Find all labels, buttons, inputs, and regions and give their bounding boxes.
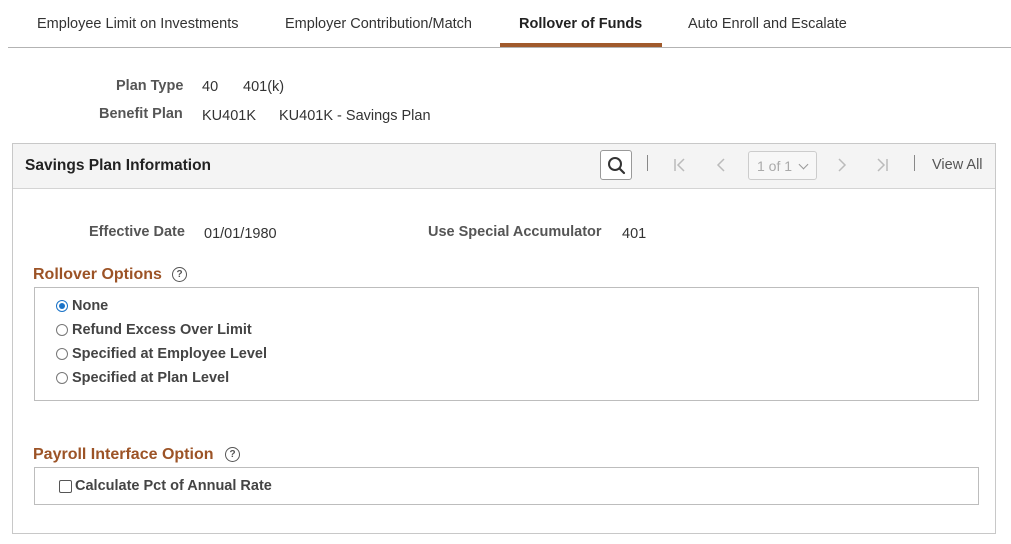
calculate-pct-checkbox-row[interactable]: Calculate Pct of Annual Rate bbox=[59, 478, 272, 494]
payroll-interface-group: Calculate Pct of Annual Rate bbox=[34, 467, 979, 505]
first-page-icon[interactable] bbox=[673, 157, 687, 173]
plan-type-label: Plan Type bbox=[116, 78, 184, 94]
search-icon bbox=[608, 157, 626, 175]
rollover-options-title: Rollover Options bbox=[33, 266, 162, 283]
tab-employee-limit[interactable]: Employee Limit on Investments bbox=[37, 16, 238, 32]
page-selector[interactable]: 1 of 1 bbox=[748, 151, 817, 180]
special-accumulator-label: Use Special Accumulator bbox=[428, 224, 602, 240]
radio-plan-level[interactable]: Specified at Plan Level bbox=[56, 370, 229, 386]
search-button[interactable] bbox=[600, 150, 632, 180]
help-icon[interactable]: ? bbox=[225, 447, 240, 462]
panel-header: Savings Plan Information 1 of 1 View All bbox=[13, 144, 995, 189]
effective-date-label: Effective Date bbox=[89, 224, 185, 240]
chevron-down-icon bbox=[798, 159, 809, 170]
separator bbox=[914, 155, 915, 171]
separator bbox=[647, 155, 648, 171]
checkbox-label: Calculate Pct of Annual Rate bbox=[75, 478, 272, 494]
radio-button[interactable] bbox=[56, 300, 68, 312]
rollover-options-group: None Refund Excess Over Limit Specified … bbox=[34, 287, 979, 401]
radio-none[interactable]: None bbox=[56, 298, 108, 314]
radio-button[interactable] bbox=[56, 324, 68, 336]
previous-page-icon[interactable] bbox=[715, 157, 727, 173]
tab-bar: Employee Limit on Investments Employer C… bbox=[8, 0, 1011, 48]
plan-type-code: 40 bbox=[202, 79, 219, 95]
plan-type-desc: 401(k) bbox=[243, 79, 285, 95]
next-page-icon[interactable] bbox=[836, 157, 848, 173]
radio-refund-excess[interactable]: Refund Excess Over Limit bbox=[56, 322, 252, 338]
last-page-icon[interactable] bbox=[875, 157, 889, 173]
special-accumulator-value: 401 bbox=[622, 226, 647, 242]
tab-employer-contribution[interactable]: Employer Contribution/Match bbox=[285, 16, 472, 32]
radio-label: Specified at Plan Level bbox=[72, 370, 230, 386]
panel-title: Savings Plan Information bbox=[25, 157, 212, 174]
view-all-link[interactable]: View All bbox=[932, 157, 983, 173]
radio-employee-level[interactable]: Specified at Employee Level bbox=[56, 346, 267, 362]
benefit-plan-desc: KU401K - Savings Plan bbox=[279, 108, 431, 124]
radio-label: None bbox=[72, 298, 109, 314]
payroll-interface-title: Payroll Interface Option bbox=[33, 446, 214, 463]
page-selector-value: 1 of 1 bbox=[757, 158, 793, 174]
radio-button[interactable] bbox=[56, 372, 68, 384]
calculate-pct-checkbox[interactable] bbox=[59, 480, 72, 493]
tab-auto-enroll[interactable]: Auto Enroll and Escalate bbox=[688, 16, 847, 32]
radio-label: Specified at Employee Level bbox=[72, 346, 268, 362]
benefit-plan-code: KU401K bbox=[202, 108, 257, 124]
effective-date-value: 01/01/1980 bbox=[204, 226, 277, 242]
tab-rollover-of-funds[interactable]: Rollover of Funds bbox=[519, 16, 642, 32]
savings-plan-panel: Savings Plan Information 1 of 1 View All… bbox=[12, 143, 996, 534]
radio-label: Refund Excess Over Limit bbox=[72, 322, 252, 338]
benefit-plan-label: Benefit Plan bbox=[99, 106, 183, 122]
help-icon[interactable]: ? bbox=[172, 267, 187, 282]
radio-button[interactable] bbox=[56, 348, 68, 360]
active-tab-indicator bbox=[500, 43, 662, 47]
